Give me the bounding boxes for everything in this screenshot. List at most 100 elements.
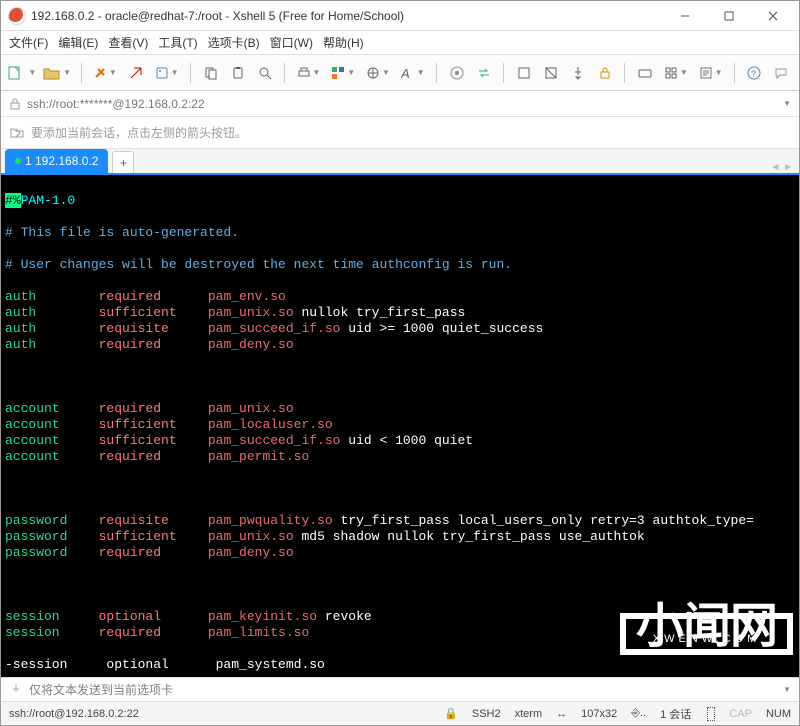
script-button[interactable]: ▼ [695,61,726,85]
open-button[interactable]: ▼ [42,61,73,85]
palette-icon [331,66,345,80]
tab-bar: 1 192.168.0.2 + ◄ ► [1,149,799,175]
xftp-button[interactable] [472,61,495,85]
status-sessions-icon: ⎆.. [631,707,646,720]
menu-tab[interactable]: 选项卡(B) [208,34,260,51]
xagent-button[interactable] [445,61,468,85]
terminal[interactable]: #%PAM-1.0 # This file is auto-generated.… [1,175,799,677]
transfer-icon [477,66,491,80]
add-session-icon[interactable] [9,126,25,140]
term-comment: # User changes will be destroyed the nex… [5,257,795,273]
feedback-button[interactable] [770,61,793,85]
help-button[interactable]: ? [743,61,766,85]
pin-icon[interactable] [9,683,23,697]
colorscheme-button[interactable]: ▼ [328,61,359,85]
separator [624,63,625,83]
ontop-button[interactable] [566,61,589,85]
app-icon [9,8,25,24]
copy-button[interactable] [199,61,222,85]
compose-button[interactable] [633,61,656,85]
tab-session-1[interactable]: 1 192.168.0.2 [5,149,108,173]
chat-icon [774,66,788,80]
transparent-button[interactable] [539,61,562,85]
font-button[interactable]: A▼ [397,61,428,85]
term-config-line: auth requisite pam_succeed_if.so uid >= … [5,321,795,337]
term-config-line: password required pam_deny.so [5,545,795,561]
maximize-button[interactable] [707,2,751,30]
watermark-sub: XWENW.COM [636,631,777,647]
lock-icon [598,66,612,80]
search-icon [258,66,272,80]
close-icon [768,11,778,21]
term-config-line: account required pam_unix.so [5,401,795,417]
term-config-line: password sufficient pam_unix.so md5 shad… [5,529,795,545]
compose-dropdown[interactable]: ▼ [783,685,791,694]
properties-button[interactable]: ▼ [151,61,182,85]
window-title: 192.168.0.2 - oracle@redhat-7:/root - Xs… [31,9,663,23]
disconnect-button[interactable] [124,61,147,85]
copy-icon [204,66,218,80]
tile-button[interactable]: ▼ [660,61,691,85]
close-button[interactable] [751,2,795,30]
plug-icon [93,66,107,80]
status-divider [707,707,715,721]
menu-tools[interactable]: 工具(T) [158,34,197,51]
svg-text:A: A [401,66,410,80]
help-icon: ? [747,66,761,80]
new-session-button[interactable]: ▼ [7,61,38,85]
plus-icon: + [120,156,127,170]
menubar: 文件(F) 编辑(E) 查看(V) 工具(T) 选项卡(B) 窗口(W) 帮助(… [1,31,799,55]
hint-text: 要添加当前会话，点击左侧的箭头按钮。 [31,124,247,141]
term-config-line: account required pam_permit.so [5,449,795,465]
titlebar: 192.168.0.2 - oracle@redhat-7:/root - Xs… [1,1,799,31]
menu-window[interactable]: 窗口(W) [270,34,313,51]
status-num: NUM [766,708,791,720]
minimize-button[interactable] [663,2,707,30]
encoding-button[interactable]: ▼ [363,61,394,85]
term-config-line: auth sufficient pam_unix.so nullok try_f… [5,305,795,321]
keyboard-icon [638,66,652,80]
address-text[interactable]: ssh://root:*******@192.168.0.2:22 [27,97,775,111]
status-bar: ssh://root@192.168.0.2:22 🔒 SSH2 xterm ↔… [1,701,799,725]
fullscreen-button[interactable] [512,61,535,85]
folder-open-icon [43,66,61,80]
grid-icon [664,66,678,80]
reconnect-button[interactable]: ▼ [89,61,120,85]
script-icon [699,66,713,80]
term-header: PAM-1.0 [21,193,76,208]
address-bar: ssh://root:*******@192.168.0.2:22 ▼ [1,91,799,117]
menu-view[interactable]: 查看(V) [108,34,148,51]
separator [284,63,285,83]
printer-icon [297,66,311,80]
print-button[interactable]: ▼ [293,61,324,85]
term-header-inv: #% [5,193,21,208]
status-sessions: 1 会话 [660,706,691,722]
fullscreen-icon [517,66,531,80]
compose-bar: 仅将文本发送到当前选项卡 ▼ [1,677,799,701]
term-config-line: auth required pam_deny.so [5,337,795,353]
term-comment: # This file is auto-generated. [5,225,795,241]
properties-icon [155,66,169,80]
status-size: 107x32 [581,708,617,720]
menu-help[interactable]: 帮助(H) [323,34,364,51]
paste-icon [231,66,245,80]
term-config-line: auth required pam_env.so [5,289,795,305]
address-dropdown[interactable]: ▼ [783,99,791,108]
menu-file[interactable]: 文件(F) [9,34,48,51]
lock-button[interactable] [593,61,616,85]
find-button[interactable] [253,61,276,85]
tab-label: 1 192.168.0.2 [25,154,98,168]
new-file-icon [8,66,26,80]
tab-nav[interactable]: ◄ ► [764,162,799,173]
svg-text:?: ? [751,69,756,79]
toolbar: ▼ ▼ ▼ ▼ ▼ ▼ ▼ A▼ ▼ ▼ ? [1,55,799,91]
menu-edit[interactable]: 编辑(E) [58,34,98,51]
status-size-icon: ↔ [556,708,567,720]
paste-button[interactable] [226,61,249,85]
minimize-icon [680,11,690,21]
disconnect-icon [129,66,143,80]
add-tab-button[interactable]: + [112,151,134,173]
status-connection: ssh://root@192.168.0.2:22 [9,708,139,720]
separator [81,63,82,83]
status-protocol: SSH2 [472,708,501,720]
